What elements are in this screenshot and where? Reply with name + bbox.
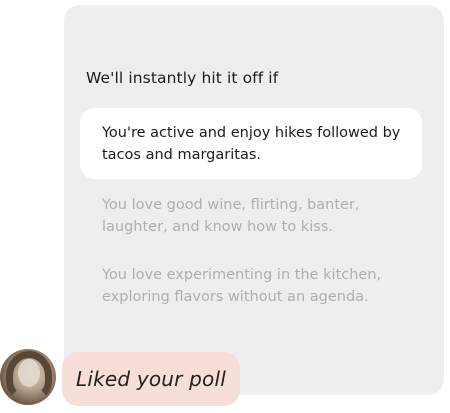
reaction-bubble: Liked your poll (62, 352, 240, 406)
reaction-text: Liked your poll (76, 367, 227, 391)
poll-option-text: You're active and enjoy hikes followed b… (102, 125, 401, 163)
poll-option-text: You love experimenting in the kitchen, e… (102, 267, 382, 305)
poll-option[interactable]: You love good wine, flirting, banter, la… (80, 194, 422, 238)
avatar-face (18, 359, 40, 387)
poll-prompt: We'll instantly hit it off if (86, 69, 279, 87)
avatar[interactable] (0, 349, 56, 405)
poll-option-text: You love good wine, flirting, banter, la… (102, 197, 360, 235)
poll-option[interactable]: You love experimenting in the kitchen, e… (80, 264, 422, 308)
poll-option-selected[interactable]: You're active and enjoy hikes followed b… (80, 108, 422, 179)
poll-card: We'll instantly hit it off if You're act… (64, 5, 444, 395)
